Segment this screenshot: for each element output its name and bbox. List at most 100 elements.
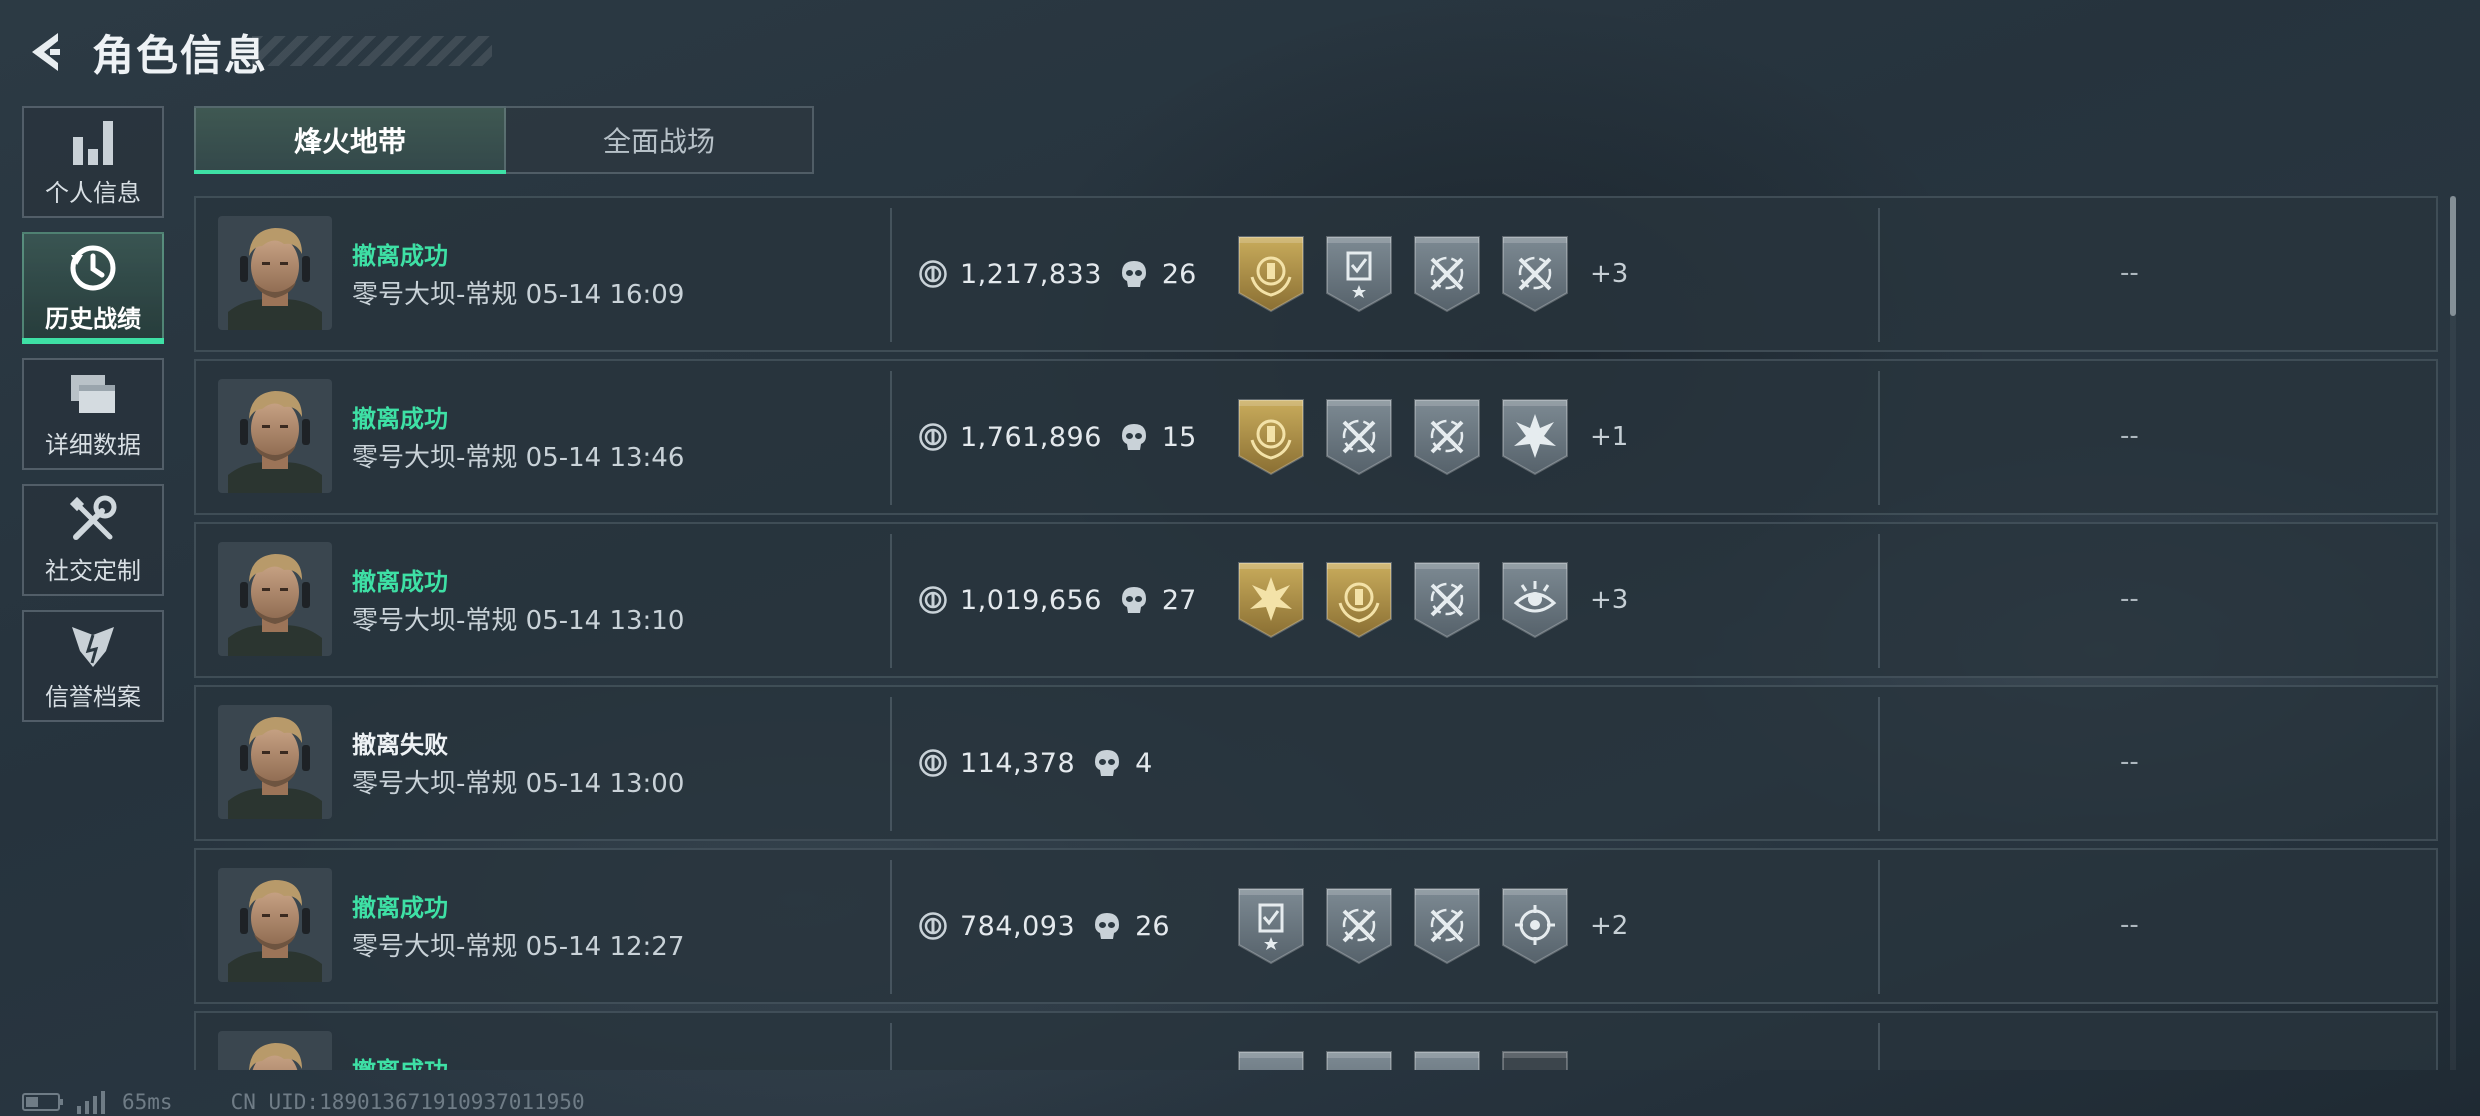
coin-icon: [918, 911, 948, 941]
sidebar-item-personal-info[interactable]: 个人信息: [22, 106, 164, 218]
extra-info: --: [2120, 910, 2139, 940]
explosion-badge-icon[interactable]: [1500, 398, 1570, 476]
coin-icon: [918, 748, 948, 778]
crossed-rifles-badge-icon[interactable]: [1324, 887, 1394, 965]
battery-icon: [22, 1093, 63, 1111]
column-divider: [1878, 534, 1880, 668]
column-divider: [1878, 697, 1880, 831]
crossed-rifles-badge-icon[interactable]: [1324, 398, 1394, 476]
sidebar-item-label: 历史战绩: [45, 304, 141, 333]
sidebar-item-label: 详细数据: [45, 430, 141, 459]
tab-haavk-zone[interactable]: 烽火地带: [194, 106, 506, 174]
coin-icon: [918, 585, 948, 615]
achievement-badges: +3: [1236, 560, 1628, 640]
scroll-thumb[interactable]: [2450, 196, 2456, 316]
loot-value: 1,761,896: [960, 421, 1102, 453]
loot-summary: 1,217,833 26: [918, 254, 1196, 294]
clipboard-star-badge-icon[interactable]: [1236, 887, 1306, 965]
column-divider: [1878, 371, 1880, 505]
kill-count: 26: [1135, 910, 1170, 942]
loot-value: 1,217,833: [960, 258, 1102, 290]
achievement-badges: +2: [1236, 886, 1628, 966]
eye-badge-icon[interactable]: [1500, 561, 1570, 639]
loot-summary: 1,019,656 27: [918, 580, 1196, 620]
title-decoration: [252, 36, 492, 66]
match-record-row[interactable]: 撤离成功: [194, 1011, 2438, 1070]
operator-avatar: [218, 379, 332, 493]
crossed-rifles-badge-icon[interactable]: [1500, 235, 1570, 313]
match-record-row[interactable]: 撤离成功 零号大坝-常规 05-14 13:46 1,761,896 15 +1…: [194, 359, 2438, 515]
back-button[interactable]: [22, 24, 66, 80]
crossed-rifles-badge-icon[interactable]: [1412, 398, 1482, 476]
gold-medal-badge-icon[interactable]: [1324, 561, 1394, 639]
column-divider: [1878, 1023, 1880, 1070]
sidebar: 个人信息 历史战绩 详细数据 社交定制 信誉档案: [22, 106, 164, 736]
clipboard-star-badge-icon[interactable]: [1324, 235, 1394, 313]
operator-avatar: [218, 705, 332, 819]
star-badge-icon[interactable]: [1324, 1050, 1394, 1070]
extraction-status: 撤离失败: [352, 731, 448, 759]
crossed-rifles-badge-icon[interactable]: [1412, 1050, 1482, 1070]
match-record-row[interactable]: 撤离失败 零号大坝-常规 05-14 13:00 114,378 4 --: [194, 685, 2438, 841]
sidebar-item-social[interactable]: 社交定制: [22, 484, 164, 596]
more-badges-count[interactable]: +3: [1590, 259, 1628, 289]
crossed-rifles-badge-icon[interactable]: [1412, 561, 1482, 639]
kill-count: 4: [1135, 747, 1153, 779]
star-badge-icon[interactable]: [1236, 1050, 1306, 1070]
map-and-time: 零号大坝-常规 05-14 13:00: [352, 769, 685, 799]
kill-count: 27: [1161, 584, 1197, 616]
sidebar-item-reputation[interactable]: 信誉档案: [22, 610, 164, 722]
sidebar-item-label: 社交定制: [45, 556, 141, 585]
target-badge-icon[interactable]: [1500, 887, 1570, 965]
sidebar-item-history[interactable]: 历史战绩: [22, 232, 164, 344]
extra-info: --: [2120, 584, 2139, 614]
match-record-row[interactable]: 撤离成功 零号大坝-常规 05-14 16:09 1,217,833 26 +3…: [194, 196, 2438, 352]
achievement-badges: [1236, 723, 1238, 803]
column-divider: [890, 1023, 892, 1070]
map-and-time: 零号大坝-常规 05-14 12:27: [352, 932, 685, 962]
coin-icon: [918, 422, 948, 452]
back-arrow-icon: [32, 33, 60, 71]
column-divider: [1878, 208, 1880, 342]
user-uid: CN UID:189013671910937011950: [230, 1090, 585, 1114]
achievement-badges: +1: [1236, 397, 1628, 477]
skull-icon: [1093, 911, 1121, 941]
history-clock-icon: [65, 243, 121, 293]
more-badges-count[interactable]: +1: [1590, 422, 1628, 452]
tab-full-battlefield[interactable]: 全面战场: [506, 106, 814, 174]
map-and-time: 零号大坝-常规 05-14 13:46: [352, 443, 685, 473]
column-divider: [890, 697, 892, 831]
column-divider: [890, 208, 892, 342]
more-badges-count[interactable]: +2: [1590, 911, 1628, 941]
skull-icon: [1120, 585, 1148, 615]
more-badges-count[interactable]: +3: [1590, 585, 1628, 615]
column-divider: [1878, 860, 1880, 994]
gold-medal-badge-icon[interactable]: [1236, 398, 1306, 476]
extraction-status: 撤离成功: [352, 568, 448, 596]
sidebar-item-label: 个人信息: [45, 178, 141, 207]
extra-info: --: [2120, 421, 2139, 451]
sidebar-item-detailed-data[interactable]: 详细数据: [22, 358, 164, 470]
match-record-row[interactable]: 撤离成功 零号大坝-常规 05-14 13:10 1,019,656 27 +3…: [194, 522, 2438, 678]
operator-avatar: [218, 868, 332, 982]
folder-icon: [65, 369, 121, 419]
page-title: 角色信息: [92, 30, 269, 80]
kill-count: 15: [1161, 421, 1197, 453]
column-divider: [890, 860, 892, 994]
loot-value: 784,093: [960, 910, 1076, 942]
extra-info: --: [2120, 258, 2139, 288]
extraction-status: 撤离成功: [352, 405, 448, 433]
match-record-row[interactable]: 撤离成功 零号大坝-常规 05-14 12:27 784,093 26 +2 -…: [194, 848, 2438, 1004]
loot-value: 1,019,656: [960, 584, 1102, 616]
gold-medal-badge-icon[interactable]: [1236, 235, 1306, 313]
extra-info: --: [2120, 747, 2139, 777]
operator-avatar: [218, 542, 332, 656]
reputation-icon: [65, 621, 121, 671]
dark-badge-icon[interactable]: [1500, 1050, 1570, 1070]
gold-burst-badge-icon[interactable]: [1236, 561, 1306, 639]
loot-summary: 1,761,896 15: [918, 417, 1196, 457]
crossed-rifles-badge-icon[interactable]: [1412, 887, 1482, 965]
crossed-rifles-badge-icon[interactable]: [1412, 235, 1482, 313]
operator-avatar: [218, 216, 332, 330]
list-scrollbar[interactable]: [2450, 196, 2456, 1070]
